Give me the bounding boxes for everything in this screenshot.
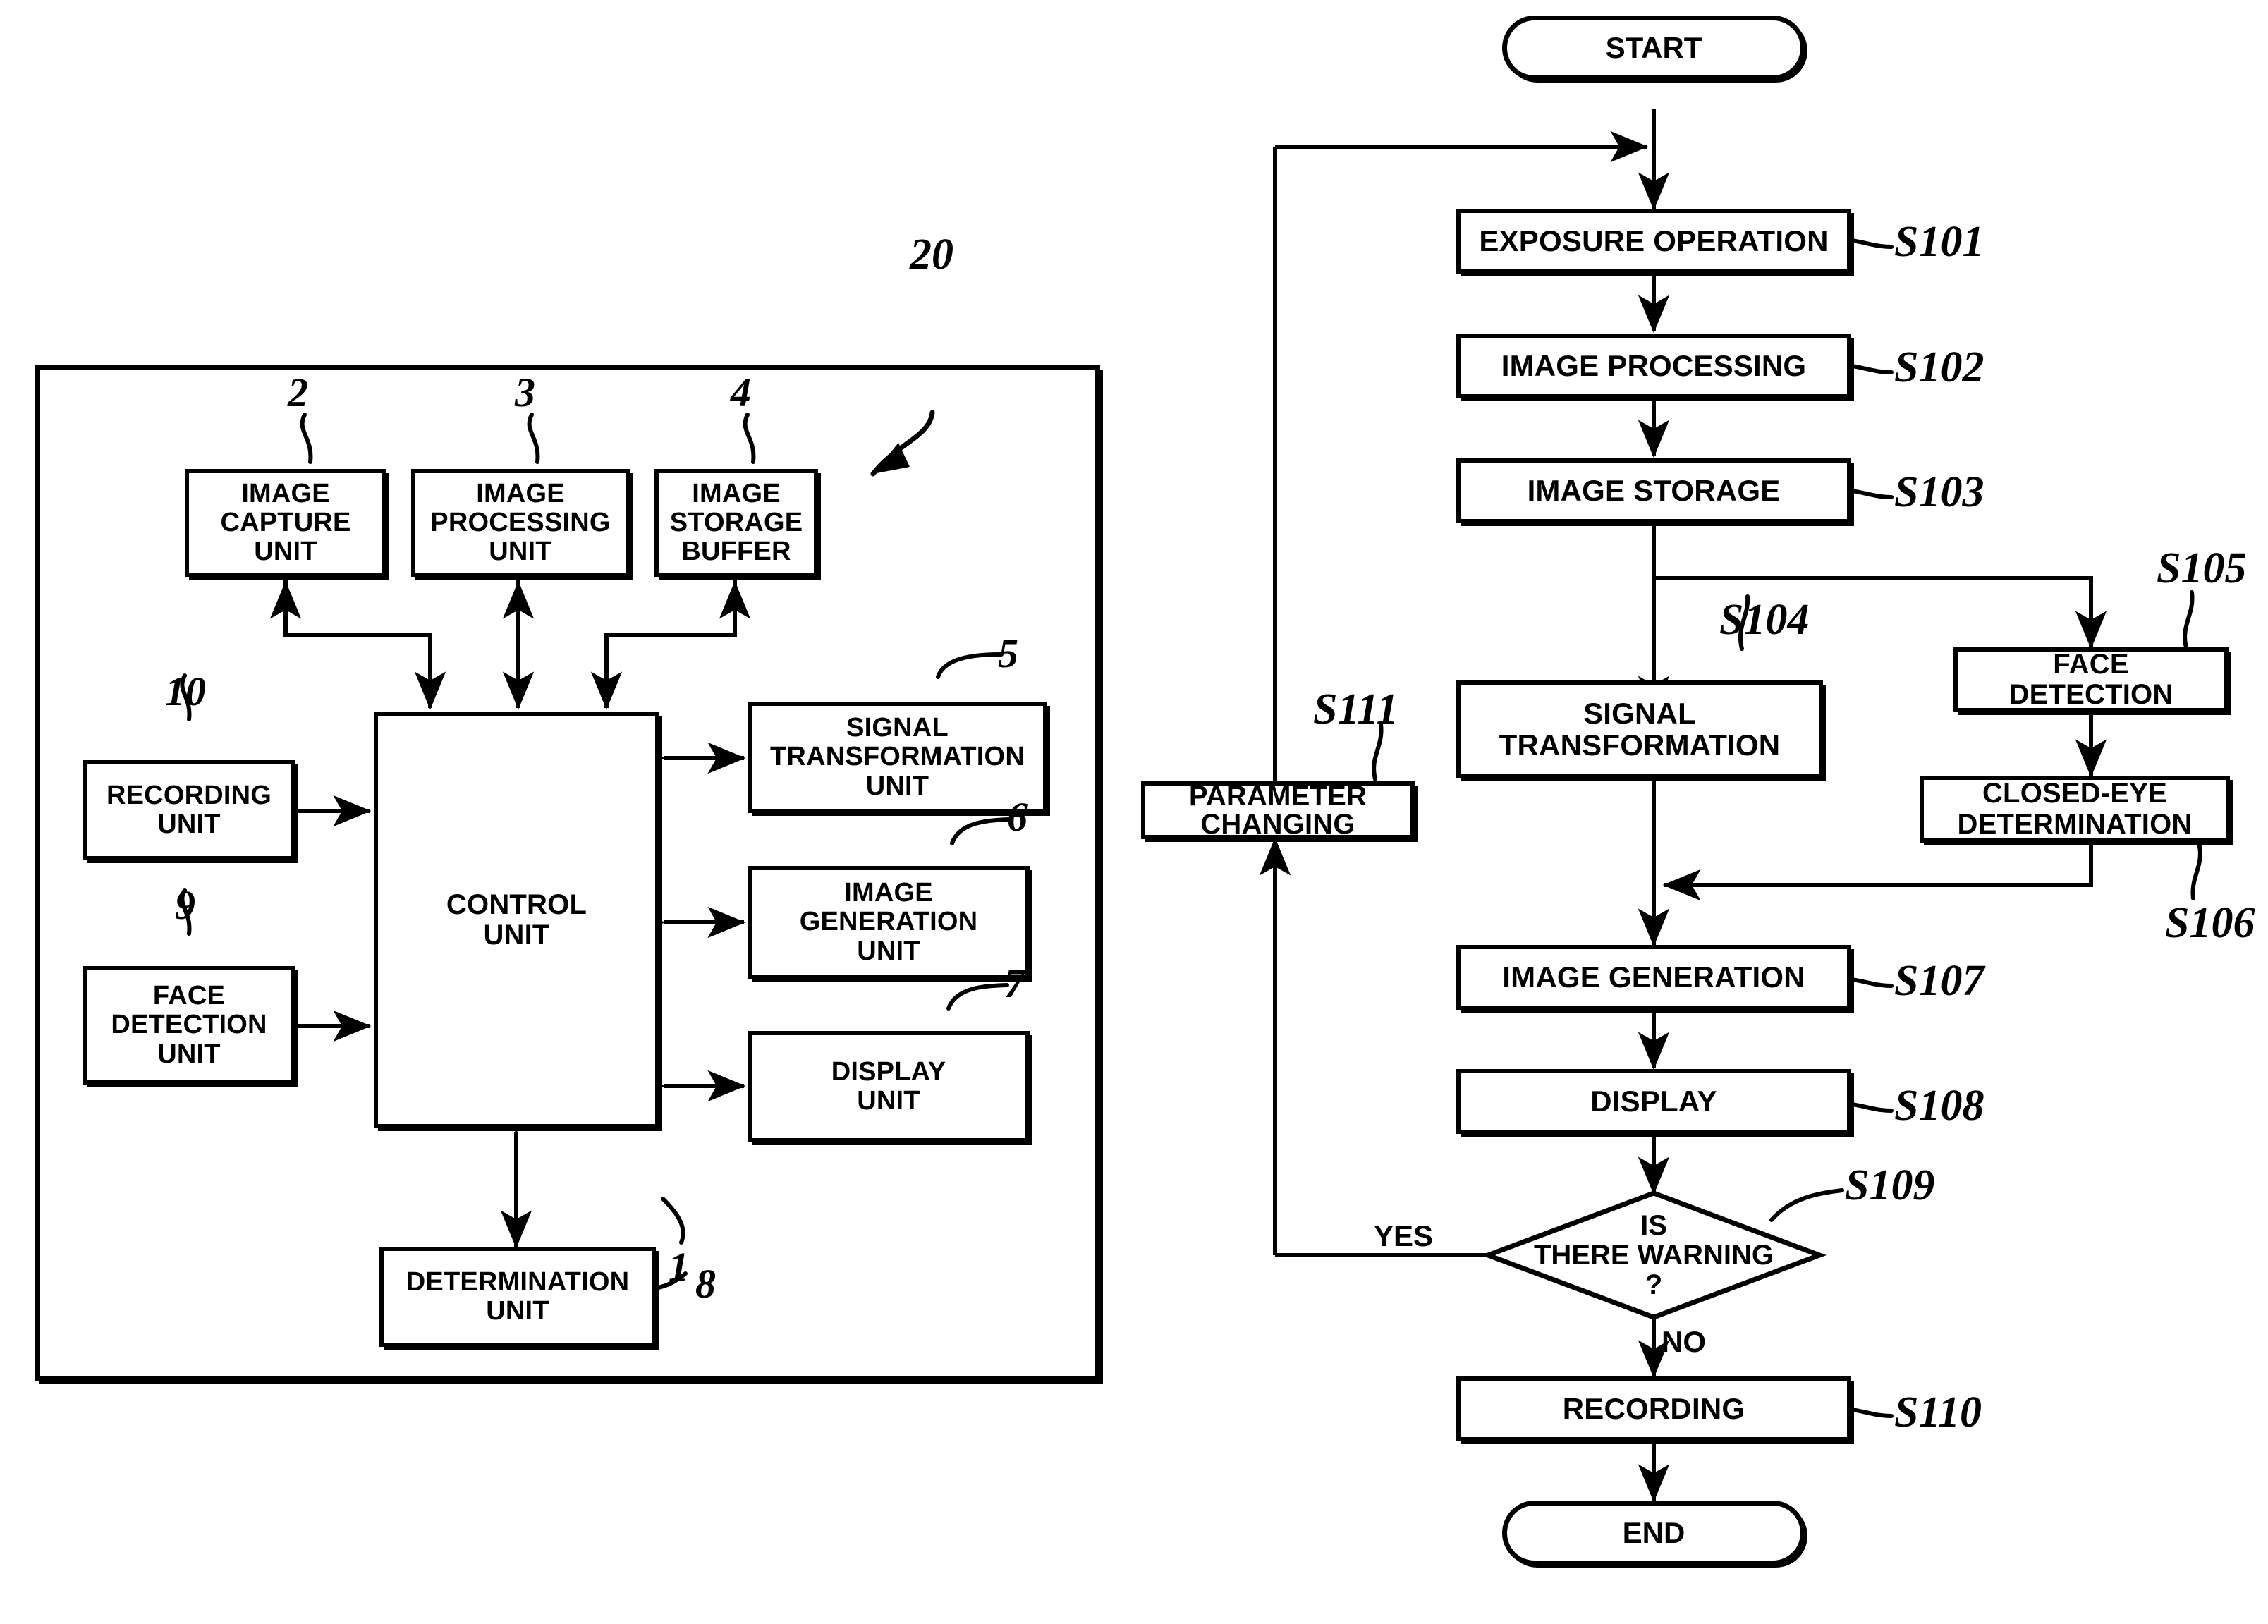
flow-step-s108[interactable]: DISPLAY — [1456, 1069, 1851, 1134]
flow-step-s111-label: PARAMETER CHANGING — [1188, 781, 1367, 840]
flow-step-s101-label: EXPOSURE OPERATION — [1479, 224, 1829, 258]
block-image-generation-unit-label: IMAGE GENERATION UNIT — [799, 878, 978, 966]
flow-step-s107-label: IMAGE GENERATION — [1502, 960, 1805, 994]
flow-step-s111[interactable]: PARAMETER CHANGING — [1141, 781, 1415, 839]
flow-step-s105-label: FACE DETECTION — [2008, 648, 2174, 710]
block-image-processing-unit[interactable]: IMAGE PROCESSING UNIT — [411, 469, 630, 577]
ref-step-s109: S109 — [1845, 1161, 1935, 1209]
block-signal-transformation-unit[interactable]: SIGNAL TRANSFORMATION UNIT — [748, 702, 1047, 813]
flow-edge-label-yes: YES — [1374, 1219, 1434, 1252]
flow-step-s104-label: SIGNAL TRANSFORMATION — [1499, 696, 1781, 762]
flow-step-s110-label: RECORDING — [1562, 1392, 1745, 1426]
flow-start-label: START — [1605, 31, 1702, 64]
flow-step-s104[interactable]: SIGNAL TRANSFORMATION — [1456, 680, 1823, 778]
flow-step-s102[interactable]: IMAGE PROCESSING — [1456, 334, 1851, 398]
flow-step-s101[interactable]: EXPOSURE OPERATION — [1456, 209, 1851, 274]
block-determination-unit[interactable]: DETERMINATION UNIT — [379, 1247, 656, 1347]
flow-step-s107[interactable]: IMAGE GENERATION — [1456, 945, 1851, 1010]
block-face-detection-unit[interactable]: FACE DETECTION UNIT — [83, 966, 295, 1085]
block-recording-unit[interactable]: RECORDING UNIT — [83, 760, 295, 860]
block-display-unit-label: DISPLAY UNIT — [831, 1056, 946, 1116]
flow-step-s106[interactable]: CLOSED-EYE DETERMINATION — [1920, 776, 2230, 843]
flow-end-terminator[interactable]: END — [1502, 1501, 1805, 1565]
flow-edge-label-no: NO — [1662, 1325, 1706, 1358]
block-image-storage-buffer[interactable]: IMAGE STORAGE BUFFER — [654, 469, 818, 577]
block-signal-transformation-unit-label: SIGNAL TRANSFORMATION UNIT — [770, 713, 1025, 801]
ref-numeral-2: 2 — [288, 370, 308, 415]
ref-step-s103: S103 — [1894, 468, 1984, 516]
ref-numeral-6: 6 — [1007, 794, 1028, 840]
ref-step-s107: S107 — [1894, 957, 1984, 1005]
flow-step-s103-label: IMAGE STORAGE — [1527, 474, 1781, 508]
ref-numeral-3: 3 — [515, 370, 535, 415]
ref-numeral-9: 9 — [175, 882, 195, 928]
block-image-generation-unit[interactable]: IMAGE GENERATION UNIT — [748, 866, 1030, 979]
ref-step-s102: S102 — [1894, 343, 1984, 391]
ref-step-s111: S111 — [1313, 685, 1398, 733]
block-determination-unit-label: DETERMINATION UNIT — [406, 1266, 630, 1326]
block-control-unit[interactable]: CONTROL UNIT — [374, 712, 659, 1128]
flow-decision-s109-label: IS THERE WARNING ? — [1534, 1210, 1774, 1300]
ref-step-s106: S106 — [2165, 899, 2255, 947]
flow-step-s105[interactable]: FACE DETECTION — [1953, 647, 2229, 712]
ref-numeral-20: 20 — [910, 231, 953, 279]
flow-end-label: END — [1622, 1516, 1685, 1549]
flow-decision-s109[interactable]: IS THERE WARNING ? — [1488, 1193, 1819, 1317]
ref-numeral-8: 8 — [695, 1261, 716, 1307]
ref-step-s110: S110 — [1894, 1388, 1982, 1436]
block-recording-unit-label: RECORDING UNIT — [106, 780, 272, 839]
block-display-unit[interactable]: DISPLAY UNIT — [748, 1031, 1030, 1142]
block-face-detection-unit-label: FACE DETECTION UNIT — [111, 981, 267, 1069]
block-control-unit-label: CONTROL UNIT — [446, 889, 587, 951]
flow-step-s106-label: CLOSED-EYE DETERMINATION — [1957, 778, 2193, 840]
ref-numeral-5: 5 — [998, 630, 1018, 676]
ref-numeral-4: 4 — [731, 370, 751, 415]
flow-step-s102-label: IMAGE PROCESSING — [1501, 349, 1807, 383]
block-image-capture-unit-label: IMAGE CAPTURE UNIT — [220, 478, 351, 567]
flow-step-s103[interactable]: IMAGE STORAGE — [1456, 458, 1851, 523]
patent-figure-page: 20 IMAGE CAPTURE UNIT 2 IMAGE PROCESSING… — [0, 0, 2268, 1624]
block-image-capture-unit[interactable]: IMAGE CAPTURE UNIT — [185, 469, 386, 577]
flow-step-s108-label: DISPLAY — [1590, 1085, 1717, 1118]
ref-step-s105: S105 — [2157, 544, 2247, 592]
flow-step-s110[interactable]: RECORDING — [1456, 1376, 1851, 1441]
ref-numeral-10: 10 — [165, 668, 206, 714]
ref-step-s101: S101 — [1894, 218, 1984, 266]
ref-numeral-7: 7 — [1004, 960, 1025, 1006]
block-image-storage-buffer-label: IMAGE STORAGE BUFFER — [669, 478, 803, 567]
ref-numeral-1: 1 — [669, 1244, 689, 1290]
ref-step-s108: S108 — [1894, 1082, 1984, 1130]
flow-start-terminator[interactable]: START — [1502, 16, 1805, 80]
ref-step-s104: S104 — [1719, 596, 1810, 644]
block-image-processing-unit-label: IMAGE PROCESSING UNIT — [430, 478, 611, 567]
